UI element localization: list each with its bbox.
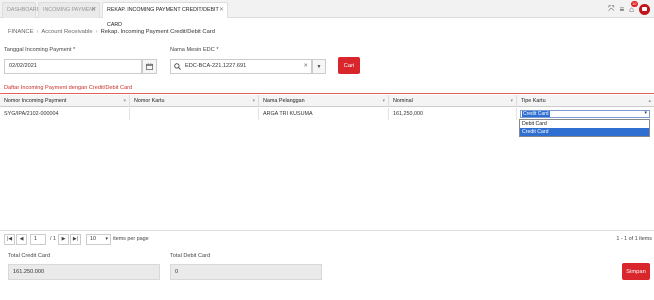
- tipe-kartu-selected: Credit Card: [522, 111, 550, 117]
- prev-page-button[interactable]: ◀: [16, 233, 27, 245]
- fullscreen-icon[interactable]: ⤧: [608, 4, 614, 14]
- pager: |◀ ◀ 1 / 1 ▶ ▶| 10 ▾ items per page: [4, 233, 151, 245]
- page-input[interactable]: 1: [30, 233, 46, 245]
- edc-value: EDC-BCA-221.1227.691: [185, 63, 247, 69]
- column-header-nominal[interactable]: Nominal ▾: [389, 95, 517, 107]
- tab-incoming-payment[interactable]: INCOMING PAYMENT ✕: [38, 2, 100, 18]
- calendar-icon: [146, 63, 153, 70]
- notification-icon[interactable]: ⌂ 10: [629, 0, 638, 14]
- grid-header: Nomor Incoming Payment ▾ Nomor Kartu ▾ Nam…: [0, 95, 654, 107]
- page-size-select[interactable]: 10 ▾: [86, 233, 111, 245]
- chevron-down-icon: ▾: [644, 110, 647, 116]
- cell-nomor-kartu[interactable]: [130, 108, 259, 120]
- date-label: Tanggal Incoming Payment *: [4, 47, 76, 53]
- column-menu-icon[interactable]: ▾: [123, 95, 126, 107]
- edc-dropdown-button[interactable]: ▼: [312, 59, 326, 74]
- breadcrumb-finance[interactable]: FINANCE: [8, 29, 33, 35]
- column-header-nama-pelanggan[interactable]: Nama Pelanggan ▾: [259, 95, 389, 107]
- column-menu-icon[interactable]: ▾: [510, 95, 513, 107]
- notification-badge: 10: [630, 0, 638, 7]
- column-title: Nama Pelanggan: [263, 98, 305, 104]
- date-input[interactable]: 02/02/2021: [4, 59, 142, 74]
- items-per-page-label: items per page: [113, 236, 149, 242]
- column-menu-icon[interactable]: ▾: [252, 95, 255, 107]
- option-debit-card[interactable]: Debit Card: [520, 120, 649, 128]
- breadcrumb-separator: ›: [36, 29, 39, 35]
- search-icon: [174, 63, 181, 70]
- total-credit-field: 161.250.000: [8, 264, 160, 280]
- cell-nomor-incoming-payment: SYG/IPA/2102-000004: [0, 108, 130, 120]
- tab-label: DASHBOARD: [7, 7, 41, 13]
- save-button[interactable]: Simpan: [622, 263, 650, 280]
- column-title: Nominal: [393, 98, 413, 104]
- close-icon[interactable]: ✕: [219, 3, 224, 18]
- column-header-tipe-kartu[interactable]: Tipe Kartu ▴: [517, 95, 654, 107]
- column-header-nomor-incoming-payment[interactable]: Nomor Incoming Payment ▾: [0, 95, 130, 107]
- tab-label: REKAP. INCOMING PAYMENT CREDIT/DEBIT CAR…: [107, 7, 219, 28]
- pager-info: 1 - 1 of 1 items: [616, 236, 652, 242]
- option-credit-card[interactable]: Credit Card: [520, 128, 649, 136]
- breadcrumb-account-receivable[interactable]: Account Receivable: [41, 29, 92, 35]
- section-title: Daftar Incoming Payment dengan Credit/De…: [4, 85, 133, 91]
- menu-icon[interactable]: ≡: [619, 5, 624, 14]
- next-page-button[interactable]: ▶: [58, 233, 69, 245]
- breadcrumb-separator: ›: [95, 29, 98, 35]
- tab-dashboard[interactable]: DASHBOARD: [2, 2, 41, 18]
- search-button[interactable]: Cari: [338, 57, 360, 74]
- last-page-button[interactable]: ▶|: [70, 233, 81, 245]
- column-menu-icon[interactable]: ▴: [648, 95, 651, 107]
- edc-input[interactable]: EDC-BCA-221.1227.691 ✕: [170, 59, 312, 74]
- tipe-kartu-dropdown: Debit Card Credit Card: [519, 119, 650, 137]
- cell-nominal: 161,250,000: [389, 108, 517, 120]
- chevron-down-icon: ▾: [105, 235, 108, 242]
- column-title: Nomor Incoming Payment: [4, 98, 67, 104]
- toolbar-icons: ⤧ ≡ ⌂ 10: [608, 0, 650, 18]
- chevron-down-icon: ▼: [316, 63, 322, 70]
- section-divider: [0, 93, 654, 94]
- tab-label: INCOMING PAYMENT: [43, 7, 97, 13]
- breadcrumb: FINANCE › Account Receivable › Rekap. In…: [8, 29, 215, 35]
- first-page-button[interactable]: |◀: [4, 233, 15, 245]
- tab-bar: DASHBOARD INCOMING PAYMENT ✕ REKAP. INCOM…: [0, 0, 654, 28]
- close-icon[interactable]: ✕: [91, 3, 96, 18]
- calendar-button[interactable]: [142, 59, 157, 74]
- page-count: / 1: [50, 236, 56, 242]
- total-credit-label: Total Credit Card: [8, 253, 50, 259]
- edc-label: Nama Mesin EDC *: [170, 47, 219, 53]
- column-header-nomor-kartu[interactable]: Nomor Kartu ▾: [130, 95, 259, 107]
- column-title: Nomor Kartu: [134, 98, 165, 104]
- page-size-value: 10: [90, 235, 96, 242]
- breadcrumb-current: Rekap. Incoming Payment Credit/Debit Car…: [100, 29, 215, 35]
- tab-rekap-incoming-payment[interactable]: REKAP. INCOMING PAYMENT CREDIT/DEBIT CAR…: [102, 2, 228, 28]
- total-debit-label: Total Debit Card: [170, 253, 211, 259]
- column-title: Tipe Kartu: [521, 98, 546, 104]
- tipe-kartu-select[interactable]: Credit Card ▾: [520, 110, 650, 118]
- total-debit-field: 0: [170, 264, 322, 280]
- clear-icon[interactable]: ✕: [303, 60, 308, 73]
- user-app-icon[interactable]: [639, 3, 650, 15]
- cell-nama-pelanggan: ARGA TRI KUSUMA: [259, 108, 389, 120]
- column-menu-icon[interactable]: ▾: [382, 95, 385, 107]
